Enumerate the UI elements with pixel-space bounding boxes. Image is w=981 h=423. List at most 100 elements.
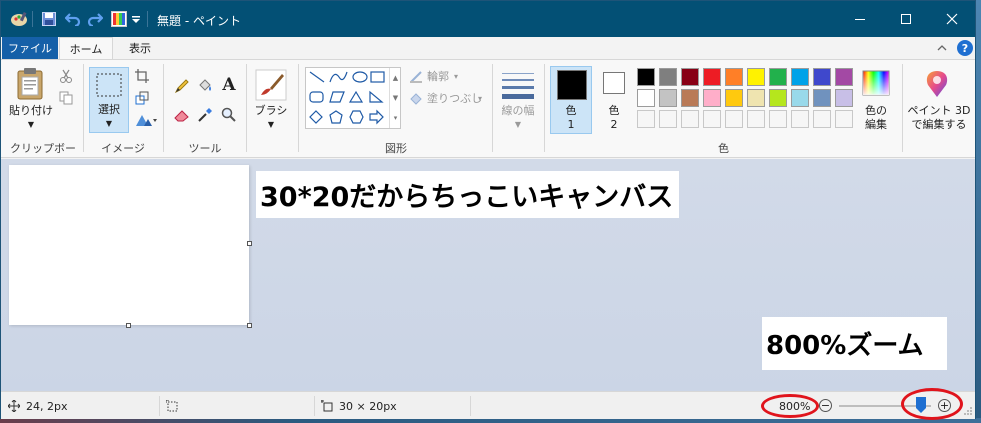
status-separator — [159, 396, 160, 416]
brushes-label[interactable]: ブラシ — [249, 104, 293, 118]
palette-swatch[interactable] — [725, 68, 743, 86]
ribbon-separator — [298, 64, 299, 152]
color2-swatch[interactable] — [603, 72, 625, 94]
palette-swatch[interactable] — [659, 89, 677, 107]
paint-app-icon[interactable] — [9, 9, 29, 29]
edit-colors-label-1[interactable]: 色の — [856, 104, 896, 118]
paste-icon[interactable] — [13, 66, 49, 102]
custom-color-slot[interactable] — [725, 110, 743, 128]
magnifier-icon[interactable] — [220, 106, 238, 124]
brushes-dropdown-icon[interactable]: ▼ — [249, 118, 293, 132]
save-icon[interactable] — [39, 9, 59, 29]
palette-swatch[interactable] — [637, 68, 655, 86]
shapes-gallery[interactable] — [305, 67, 401, 129]
palette-swatch[interactable] — [791, 89, 809, 107]
fill-label[interactable]: 塗りつぶし — [427, 92, 482, 106]
cursor-position-icon — [7, 399, 21, 413]
palette-swatch[interactable] — [835, 89, 853, 107]
collapse-ribbon-icon[interactable] — [935, 41, 949, 55]
group-label-colors: 色 — [718, 142, 729, 155]
text-tool-icon[interactable]: A — [220, 75, 238, 95]
minimize-button[interactable] — [837, 1, 883, 37]
outline-dropdown-icon[interactable]: ▾ — [454, 70, 458, 84]
undo-icon[interactable] — [63, 9, 83, 29]
palette-swatch[interactable] — [681, 68, 699, 86]
canvas-area[interactable]: 30*20だからちっこいキャンバス 800%ズーム — [1, 159, 975, 391]
eraser-icon[interactable] — [173, 106, 191, 124]
resize-handle-bottom[interactable] — [126, 323, 131, 328]
custom-color-slot[interactable] — [769, 110, 787, 128]
tab-file[interactable]: ファイル — [2, 37, 58, 59]
copy-icon[interactable] — [58, 90, 74, 106]
resize-handle-corner[interactable] — [247, 323, 252, 328]
custom-color-slot[interactable] — [659, 110, 677, 128]
title-bar[interactable]: 無題 - ペイント — [1, 1, 975, 37]
rotate-icon[interactable] — [134, 112, 158, 128]
tab-home[interactable]: ホーム — [59, 37, 113, 60]
custom-color-slot[interactable] — [835, 110, 853, 128]
color2-label[interactable]: 色 — [595, 104, 633, 118]
palette-swatch[interactable] — [703, 68, 721, 86]
palette-swatch[interactable] — [703, 89, 721, 107]
color-picker-icon[interactable] — [196, 106, 214, 124]
pencil-icon[interactable] — [173, 77, 191, 95]
customize-dropdown-icon[interactable] — [129, 9, 143, 29]
help-icon[interactable]: ? — [957, 40, 973, 56]
crop-icon[interactable] — [134, 68, 150, 84]
select-dropdown-icon[interactable]: ▼ — [89, 117, 129, 131]
custom-color-slot[interactable] — [637, 110, 655, 128]
line-width-dropdown-icon[interactable]: ▼ — [496, 118, 540, 132]
close-button[interactable] — [929, 1, 975, 37]
zoom-out-icon[interactable]: − — [819, 399, 832, 412]
palette-swatch[interactable] — [813, 89, 831, 107]
line-width-icon[interactable] — [500, 68, 536, 102]
palette-swatch[interactable] — [747, 68, 765, 86]
fill-bucket-icon[interactable] — [196, 77, 214, 95]
selection-size-icon — [165, 399, 179, 413]
maximize-button[interactable] — [883, 1, 929, 37]
paint3d-label-1[interactable]: ペイント 3D — [903, 104, 975, 118]
palette-swatch[interactable] — [725, 89, 743, 107]
custom-color-slot[interactable] — [791, 110, 809, 128]
shapes-scroll[interactable]: ▲ ▼ ▾ — [389, 68, 401, 128]
outline-label[interactable]: 輪郭 — [427, 70, 449, 84]
custom-color-slot[interactable] — [813, 110, 831, 128]
window-title: 無題 - ペイント — [157, 14, 241, 28]
paste-button-label[interactable]: 貼り付け — [5, 104, 57, 118]
custom-color-slot[interactable] — [747, 110, 765, 128]
edit-colors-icon[interactable] — [861, 69, 891, 97]
palette-swatch[interactable] — [791, 68, 809, 86]
paint3d-label-2[interactable]: で編集する — [903, 118, 975, 132]
palette-swatch[interactable] — [769, 89, 787, 107]
palette-swatch[interactable] — [769, 68, 787, 86]
palette-swatch[interactable] — [813, 68, 831, 86]
fill-dropdown-icon[interactable]: ▾ — [478, 92, 482, 106]
palette-swatch[interactable] — [835, 68, 853, 86]
custom-color-slot[interactable] — [703, 110, 721, 128]
resize-icon[interactable] — [134, 90, 150, 106]
palette-icon[interactable] — [109, 9, 129, 29]
palette-swatch[interactable] — [637, 89, 655, 107]
palette-swatch[interactable] — [747, 89, 765, 107]
qa-separator — [32, 11, 33, 27]
paste-dropdown-icon[interactable]: ▼ — [5, 118, 57, 132]
palette-swatch[interactable] — [659, 68, 677, 86]
palette-swatch[interactable] — [681, 89, 699, 107]
brush-icon[interactable] — [253, 68, 289, 102]
ribbon-tabs: ファイル ホーム 表示 ? — [1, 37, 975, 60]
line-width-label[interactable]: 線の幅 — [496, 104, 540, 118]
group-label-shapes: 図形 — [385, 142, 407, 155]
maximize-icon — [901, 14, 911, 24]
cut-icon[interactable] — [58, 68, 74, 84]
custom-color-slot[interactable] — [681, 110, 699, 128]
resize-handle-right[interactable] — [247, 241, 252, 246]
tab-view[interactable]: 表示 — [114, 37, 166, 59]
edit-colors-label-2[interactable]: 編集 — [856, 118, 896, 132]
drawing-canvas[interactable] — [9, 165, 249, 325]
ribbon-separator — [246, 64, 247, 152]
group-label-image: イメージ — [101, 142, 145, 155]
window-resize-grip-icon[interactable] — [963, 406, 973, 416]
annotation-zoom: 800%ズーム — [762, 317, 947, 370]
paint3d-icon[interactable] — [923, 69, 951, 99]
redo-icon[interactable] — [85, 9, 105, 29]
